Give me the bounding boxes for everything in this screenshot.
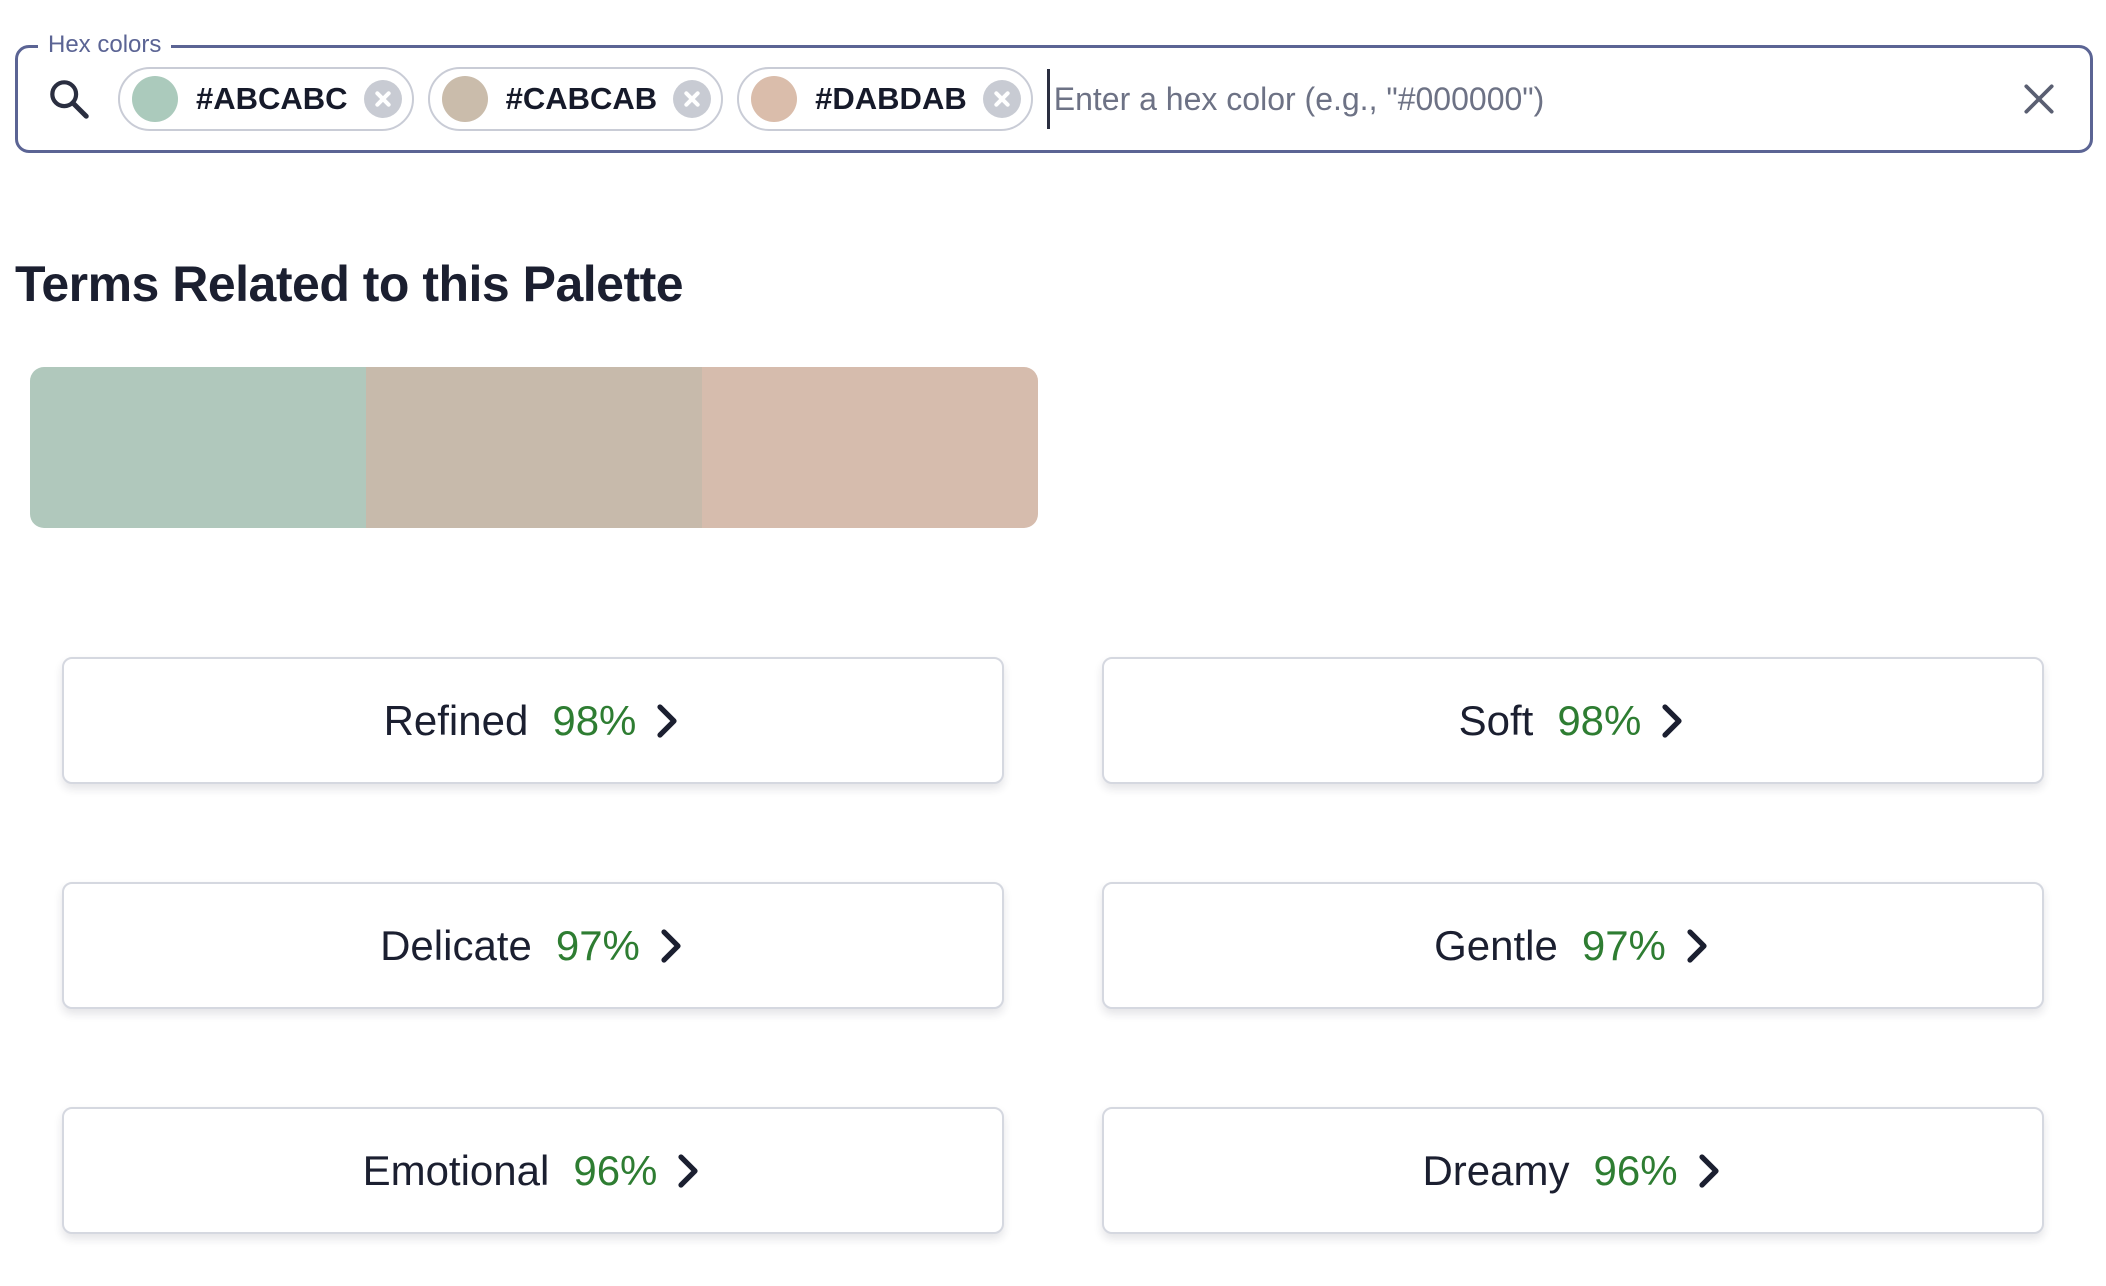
chevron-right-icon [1698, 1153, 1719, 1188]
color-chip[interactable]: #ABCABC [118, 67, 414, 131]
term-card-refined[interactable]: Refined 98% [62, 657, 1004, 784]
term-card-dreamy[interactable]: Dreamy 96% [1102, 1107, 2044, 1234]
page: Hex colors #ABCABC #CABCAB #DABDAB Enter… [0, 0, 2106, 1286]
term-name: Delicate [380, 921, 532, 969]
related-terms: Refined 98% Soft 98% Delicate 97% Gentle… [62, 657, 2044, 1234]
chip-remove-icon[interactable] [673, 80, 712, 118]
palette-swatch [30, 367, 366, 528]
chip-label: #ABCABC [196, 81, 348, 116]
chip-swatch [132, 76, 178, 122]
chip-swatch [751, 76, 798, 122]
term-card-soft[interactable]: Soft 98% [1102, 657, 2044, 784]
palette-swatch [702, 367, 1038, 528]
term-card-gentle[interactable]: Gentle 97% [1102, 882, 2044, 1009]
term-name: Soft [1458, 696, 1534, 744]
palette-swatch [366, 367, 702, 528]
field-legend: Hex colors [38, 28, 172, 62]
chip-label: #DABDAB [815, 81, 967, 116]
term-score: 97% [555, 921, 640, 969]
color-chip[interactable]: #DABDAB [737, 67, 1033, 131]
chevron-right-icon [1687, 928, 1707, 963]
term-score: 96% [573, 1146, 658, 1194]
color-chips: #ABCABC #CABCAB #DABDAB [118, 67, 1047, 131]
chevron-right-icon [661, 928, 681, 963]
term-score: 98% [1557, 696, 1642, 744]
term-card-delicate[interactable]: Delicate 97% [62, 882, 1004, 1009]
chip-remove-icon[interactable] [982, 80, 1021, 118]
chevron-right-icon [1662, 703, 1682, 738]
term-name: Emotional [362, 1146, 550, 1194]
section-title: Terms Related to this Palette [15, 256, 684, 312]
term-score: 98% [552, 696, 637, 744]
chip-swatch [441, 76, 488, 122]
hex-color-input[interactable] [1046, 69, 2020, 129]
search-icon [50, 80, 89, 119]
term-score: 97% [1581, 921, 1666, 969]
hex-colors-field[interactable]: Hex colors #ABCABC #CABCAB #DABDAB [15, 28, 2093, 153]
chevron-right-icon [657, 703, 678, 738]
close-icon[interactable] [2020, 80, 2058, 118]
term-name: Dreamy [1422, 1146, 1570, 1194]
palette-preview [30, 367, 1038, 528]
term-name: Refined [383, 696, 529, 744]
term-name: Gentle [1434, 921, 1558, 969]
chevron-right-icon [678, 1153, 699, 1188]
term-score: 96% [1593, 1146, 1678, 1194]
color-chip[interactable]: #CABCAB [427, 67, 724, 131]
chip-remove-icon[interactable] [363, 80, 402, 118]
term-card-emotional[interactable]: Emotional 96% [62, 1107, 1004, 1234]
chip-label: #CABCAB [505, 81, 658, 116]
